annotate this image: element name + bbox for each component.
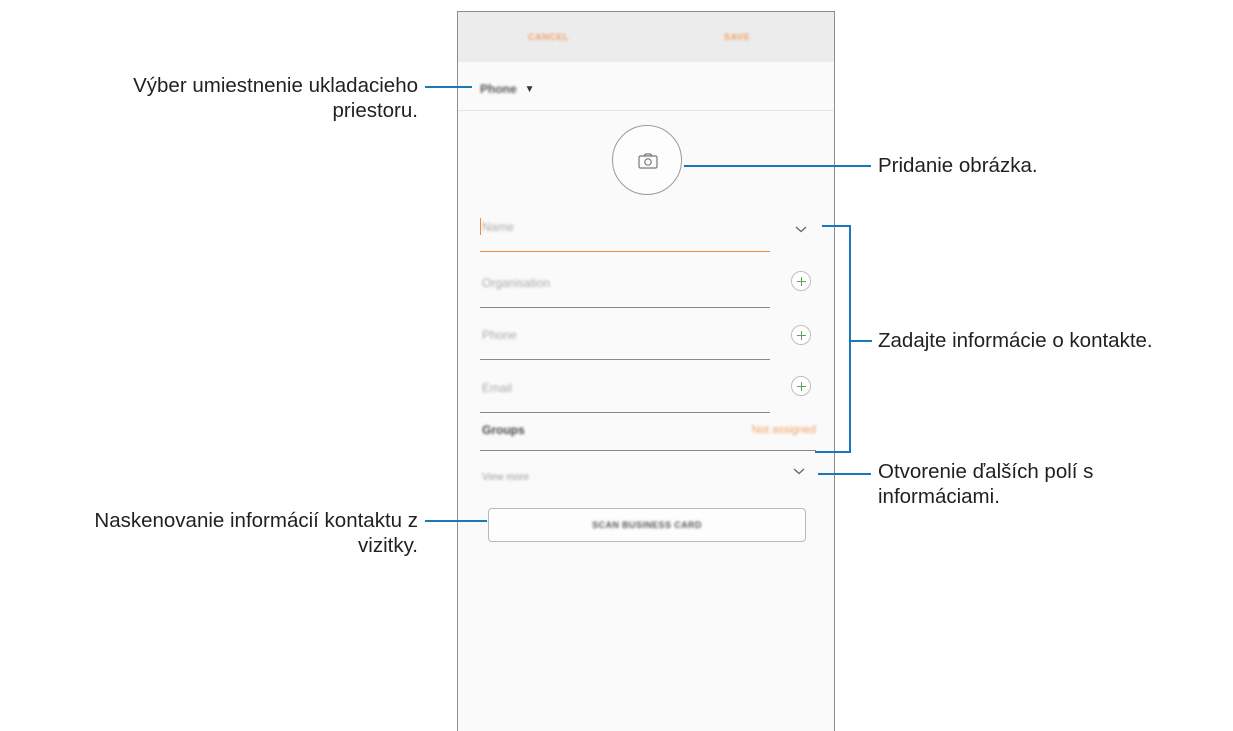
scan-button-label: SCAN BUSINESS CARD bbox=[592, 520, 702, 530]
field-underline bbox=[480, 359, 770, 360]
organisation-field[interactable]: Organisation bbox=[480, 268, 770, 308]
divider bbox=[458, 110, 834, 111]
groups-value: Not assigned bbox=[751, 424, 816, 436]
field-underline bbox=[480, 412, 770, 413]
field-underline bbox=[480, 307, 770, 308]
name-field[interactable]: Name bbox=[480, 212, 770, 252]
text-cursor bbox=[480, 218, 481, 235]
scan-business-card-button[interactable]: SCAN BUSINESS CARD bbox=[488, 508, 806, 542]
organisation-placeholder: Organisation bbox=[482, 276, 551, 290]
leader-line bbox=[849, 340, 872, 342]
save-button[interactable]: SAVE bbox=[724, 32, 750, 42]
callout-scan-card-line1: Naskenovanie informácií kontaktu z bbox=[94, 509, 418, 532]
bracket-line bbox=[849, 225, 851, 453]
action-bar: CANCEL SAVE bbox=[458, 12, 834, 62]
leader-line bbox=[425, 520, 487, 522]
storage-location-label: Phone bbox=[480, 82, 517, 96]
add-email-icon[interactable] bbox=[791, 376, 811, 396]
callout-scan-card: Naskenovanie informácií kontaktu z vizit… bbox=[94, 508, 418, 558]
phone-screen: CANCEL SAVE Phone ▼ Name Organisation Ph… bbox=[457, 11, 835, 731]
phone-field[interactable]: Phone bbox=[480, 320, 770, 360]
callout-storage-line1: Výber umiestnenie ukladacieho bbox=[133, 74, 418, 97]
leader-line bbox=[425, 86, 472, 88]
leader-line bbox=[822, 225, 851, 227]
callout-storage-line2: priestoru. bbox=[332, 99, 418, 122]
callout-more-fields: Otvorenie ďalších polí s informáciami. bbox=[878, 459, 1093, 509]
leader-line bbox=[815, 451, 851, 453]
camera-icon bbox=[638, 153, 658, 169]
storage-location-dropdown[interactable]: Phone ▼ bbox=[480, 78, 535, 100]
add-picture-button[interactable] bbox=[612, 125, 682, 195]
leader-line bbox=[818, 473, 871, 475]
add-organisation-icon[interactable] bbox=[791, 271, 811, 291]
callout-more-fields-line1: Otvorenie ďalších polí s bbox=[878, 460, 1094, 483]
add-phone-icon[interactable] bbox=[791, 325, 811, 345]
field-underline bbox=[480, 251, 770, 252]
callout-storage-location: Výber umiestnenie ukladacieho priestoru. bbox=[133, 73, 418, 123]
groups-label: Groups bbox=[482, 423, 525, 437]
email-field[interactable]: Email bbox=[480, 373, 770, 413]
view-more-chevron-icon[interactable] bbox=[792, 466, 806, 476]
leader-line bbox=[684, 165, 871, 167]
cancel-button[interactable]: CANCEL bbox=[528, 32, 569, 42]
view-more-row[interactable]: View more bbox=[480, 461, 816, 497]
expand-name-chevron-icon[interactable] bbox=[794, 224, 808, 234]
groups-row[interactable]: Groups Not assigned bbox=[480, 415, 816, 451]
callout-add-image: Pridanie obrázka. bbox=[878, 154, 1038, 177]
dropdown-arrow-icon: ▼ bbox=[524, 83, 535, 95]
view-more-label: View more bbox=[482, 472, 530, 483]
name-placeholder: Name bbox=[482, 220, 515, 234]
field-underline bbox=[480, 450, 816, 451]
callout-enter-contact: Zadajte informácie o kontakte. bbox=[878, 329, 1153, 352]
callout-more-fields-line2: informáciami. bbox=[878, 485, 1000, 508]
callout-scan-card-line2: vizitky. bbox=[358, 534, 418, 557]
email-placeholder: Email bbox=[482, 381, 513, 395]
phone-placeholder: Phone bbox=[482, 328, 517, 342]
